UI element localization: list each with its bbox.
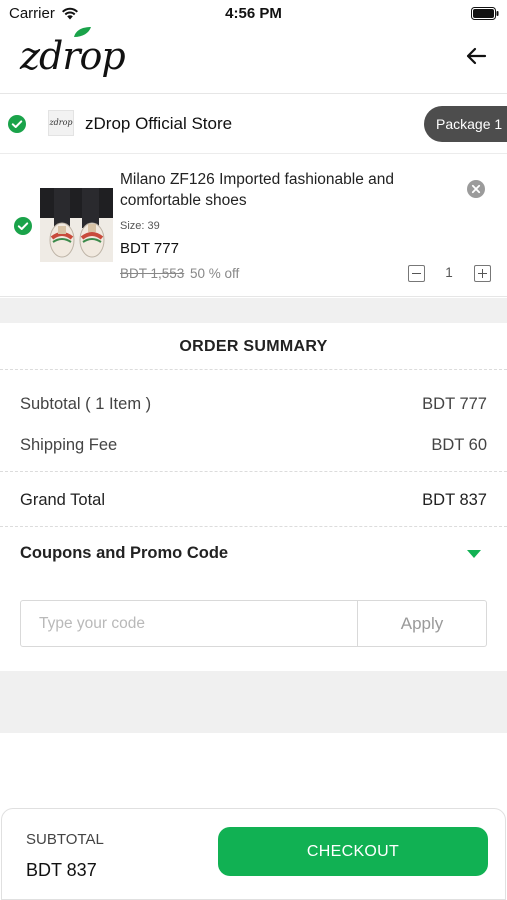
store-name[interactable]: zDrop Official Store	[85, 114, 232, 134]
product-discount: 50 % off	[190, 266, 240, 281]
status-bar: Carrier 4:56 PM	[0, 0, 507, 26]
zdrop-logo[interactable]: zdrop	[20, 26, 126, 88]
product-original-price: BDT 1,553	[120, 266, 185, 281]
status-time: 4:56 PM	[225, 5, 282, 22]
product-price: BDT 777	[120, 240, 179, 257]
checkout-button[interactable]: CHECKOUT	[218, 827, 488, 876]
logo-text: zdrop	[20, 34, 126, 78]
shipping-fee-label: Shipping Fee	[20, 436, 118, 454]
store-row: zdrop zDrop Official Store Package 1	[0, 94, 507, 154]
checkout-bar: SUBTOTAL BDT 837 CHECKOUT	[1, 808, 506, 900]
order-summary-title: ORDER SUMMARY	[0, 323, 507, 370]
coupon-section-label[interactable]: Coupons and Promo Code	[20, 544, 228, 563]
grand-total-value: BDT 837	[422, 491, 487, 509]
arrow-left-icon[interactable]	[465, 46, 487, 66]
subtotal-label: Subtotal ( 1 Item )	[20, 395, 152, 413]
package-badge: Package 1	[424, 106, 507, 142]
divider	[0, 471, 507, 472]
promo-code-input[interactable]	[20, 600, 358, 647]
apply-button[interactable]: Apply	[358, 600, 487, 647]
shipping-fee-value: BDT 60	[431, 436, 487, 454]
quantity-increase-button[interactable]	[474, 265, 491, 282]
product-title[interactable]: Milano ZF126 Imported fashionable and co…	[120, 169, 420, 211]
check-circle-icon[interactable]	[14, 217, 32, 235]
divider	[0, 526, 507, 527]
app-header: zdrop	[0, 26, 507, 94]
caret-down-icon[interactable]	[466, 549, 482, 559]
section-divider	[0, 298, 507, 323]
footer-subtotal-value: BDT 837	[26, 860, 97, 880]
footer-subtotal-label: SUBTOTAL	[26, 831, 104, 848]
close-circle-icon[interactable]	[467, 180, 485, 198]
quantity-value: 1	[445, 265, 453, 280]
subtotal-value: BDT 777	[422, 395, 487, 413]
check-circle-icon[interactable]	[8, 115, 26, 133]
cart-item: Milano ZF126 Imported fashionable and co…	[0, 154, 507, 297]
product-image[interactable]	[40, 188, 113, 262]
quantity-decrease-button[interactable]	[408, 265, 425, 282]
grand-total-label: Grand Total	[20, 491, 105, 509]
section-divider	[0, 671, 507, 733]
store-logo: zdrop	[48, 110, 74, 136]
product-size: Size: 39	[120, 220, 160, 232]
battery-icon	[471, 7, 499, 20]
